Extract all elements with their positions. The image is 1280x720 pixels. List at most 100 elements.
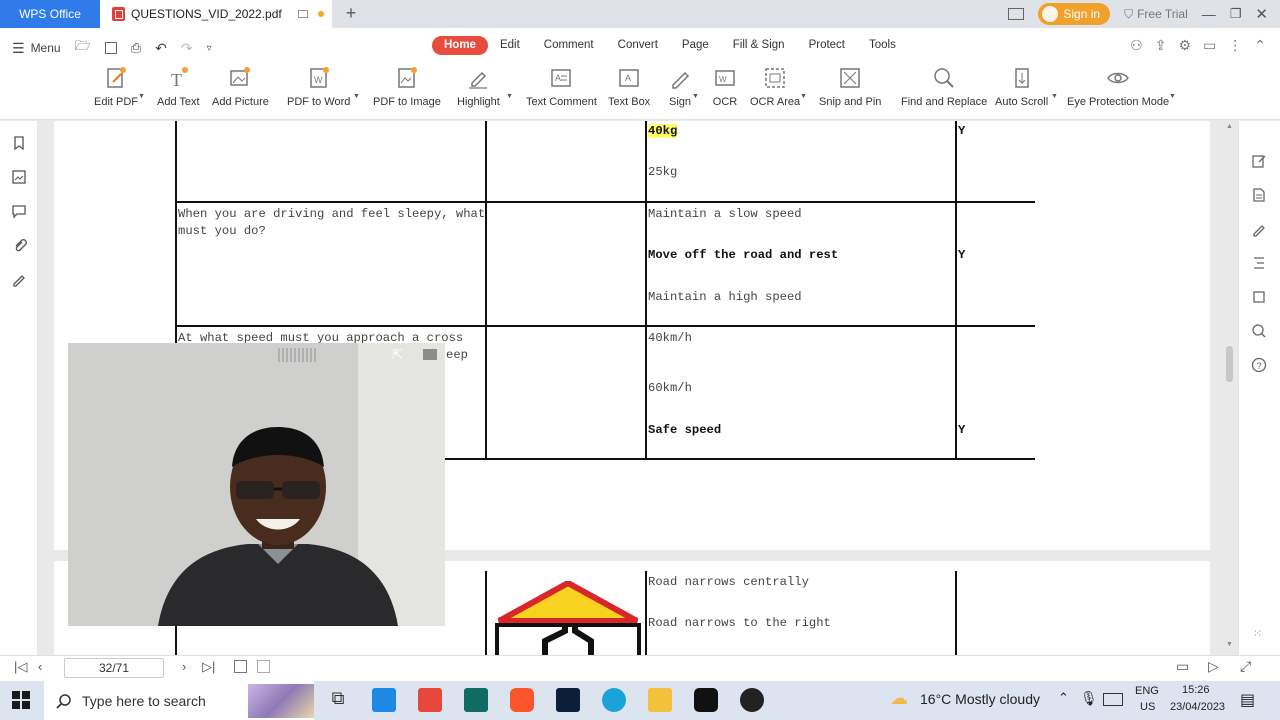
tab-edit[interactable]: Edit [488,36,532,55]
open-folder-icon[interactable]: 🗁 [75,37,91,59]
snip-and-pin-button[interactable]: Snip and Pin [819,66,881,108]
redo-icon[interactable]: ↷ [181,40,193,57]
grid-view-icon[interactable]: ⁙ [1253,627,1262,640]
zoom-search-icon[interactable] [1251,323,1267,339]
screen-recorder-icon[interactable] [740,688,764,712]
sign-caret-icon[interactable]: ▼ [692,93,699,100]
signature-panel-icon[interactable] [11,271,27,287]
reading-mode-icon[interactable]: ▭ [1176,658,1189,675]
tab-protect[interactable]: Protect [797,36,857,55]
document-tab[interactable]: QUESTIONS_VID_2022.pdf [100,0,332,28]
wps-office-taskbar-icon[interactable] [418,688,442,712]
layout-icon[interactable] [1008,8,1025,20]
more-dropdown-icon[interactable]: ▿ [207,43,212,54]
collapse-ribbon-icon[interactable]: ⌃ [1254,37,1266,54]
photoshop-icon[interactable] [556,688,580,712]
tab-convert[interactable]: Convert [606,36,670,55]
task-view-icon[interactable]: ⧉ [326,688,350,712]
sign-in-button[interactable]: Sign in [1038,3,1111,25]
new-tab-button[interactable]: + [340,4,362,24]
play-icon[interactable]: ▷ [1208,658,1219,675]
eye-protection-caret-icon[interactable]: ▼ [1169,93,1176,100]
document-icon[interactable] [1251,187,1267,203]
fullscreen-icon[interactable]: ⤢ [1240,658,1251,675]
maximize-button[interactable]: ❐ [1230,6,1242,22]
auto-scroll-button[interactable]: Auto Scroll [995,66,1048,108]
file-explorer-icon[interactable] [648,688,672,712]
clock-date[interactable]: 23/04/2023 [1170,701,1225,713]
find-and-replace-button[interactable]: Find and Replace [901,66,987,108]
pdf-to-image-button[interactable]: PDF to Image [373,66,441,108]
ocr-button[interactable]: W OCR [712,66,738,108]
keyboard-icon[interactable] [1103,693,1123,706]
pdf-to-word-button[interactable]: W PDF to Word [287,66,350,108]
align-icon[interactable] [1251,255,1267,271]
pen-icon[interactable] [1251,221,1267,237]
drag-handle[interactable] [278,348,316,362]
comment-panel-icon[interactable] [11,203,27,219]
camera-icon[interactable] [423,349,437,360]
undo-icon[interactable]: ↶ [155,40,167,57]
crop-icon[interactable] [1251,289,1267,305]
scroll-up-icon[interactable]: ▲ [1226,123,1233,130]
prev-page-icon[interactable]: ‹ [38,659,42,674]
page-number-input[interactable]: 32/71 [64,658,164,678]
edit-note-icon[interactable] [1251,153,1267,169]
bookmark-icon[interactable] [11,135,27,151]
language-top[interactable]: ENG [1135,685,1159,697]
highlight-button[interactable]: Highlight [457,66,500,108]
thumbnail-icon[interactable] [11,169,27,185]
chat-icon[interactable]: ▭ [1203,37,1216,54]
fit-width-icon[interactable] [234,660,247,673]
close-button[interactable]: ✕ [1255,5,1268,23]
sign-button[interactable]: Sign [667,66,693,108]
show-hidden-icons-icon[interactable]: ⌃ [1058,690,1069,706]
first-page-icon[interactable]: |◁ [14,659,27,675]
weather-text[interactable]: 16°C Mostly cloudy [920,691,1040,707]
settings-icon[interactable]: ⚙ [1178,37,1191,54]
tab-fill-sign[interactable]: Fill & Sign [721,36,797,55]
clock-time[interactable]: 15:26 [1182,684,1210,696]
app-taskbar-icon[interactable] [464,688,488,712]
add-picture-button[interactable]: Add Picture [212,66,269,108]
windows-start-icon[interactable] [12,691,30,709]
user-share-icon[interactable]: ⚇ [1130,37,1143,54]
wps-office-tab[interactable]: WPS Office [0,0,100,28]
attachment-icon[interactable] [11,237,27,253]
tab-tools[interactable]: Tools [857,36,908,55]
edge-browser-icon[interactable] [602,688,626,712]
highlight-caret-icon[interactable]: ▼ [506,93,513,100]
language-bottom[interactable]: US [1140,701,1155,713]
tab-home[interactable]: Home [432,36,488,55]
help-icon[interactable]: ? [1251,357,1267,373]
ocr-area-caret-icon[interactable]: ▼ [800,93,807,100]
eye-protection-button[interactable]: Eye Protection Mode [1067,66,1169,108]
more-options-icon[interactable]: ⋮ [1228,37,1242,54]
next-page-icon[interactable]: › [182,659,186,674]
microphone-icon[interactable]: 🎙 [1080,690,1098,707]
popout-icon[interactable]: ⇱ [392,347,403,363]
vertical-scrollbar-thumb[interactable] [1226,346,1233,382]
mail-app-icon[interactable] [372,688,396,712]
text-comment-button[interactable]: A Text Comment [526,66,597,108]
ocr-area-button[interactable]: OCR Area [750,66,800,108]
save-icon[interactable] [104,42,117,54]
tab-window-icon[interactable] [298,10,308,18]
edit-pdf-button[interactable]: Edit PDF [94,66,138,108]
share-icon[interactable]: ⇪ [1155,37,1167,54]
taskbar-search-box[interactable]: Type here to search [44,681,314,720]
minimize-button[interactable]: — [1202,6,1216,22]
tab-page[interactable]: Page [670,36,721,55]
notifications-icon[interactable]: ▤ [1240,690,1255,710]
print-icon[interactable]: ⎙ [131,40,141,56]
free-trial-button[interactable]: ⛉ Free Trial [1124,7,1188,22]
last-page-icon[interactable]: ▷| [202,659,215,675]
pdf-to-word-caret-icon[interactable]: ▼ [353,93,360,100]
fit-page-icon[interactable] [257,660,270,673]
obs-studio-icon[interactable] [694,688,718,712]
weather-cloud-icon[interactable]: ☁ [890,688,908,709]
edit-pdf-caret-icon[interactable]: ▼ [138,93,145,100]
add-text-button[interactable]: T Add Text [157,66,200,108]
brave-browser-icon[interactable] [510,688,534,712]
auto-scroll-caret-icon[interactable]: ▼ [1051,93,1058,100]
